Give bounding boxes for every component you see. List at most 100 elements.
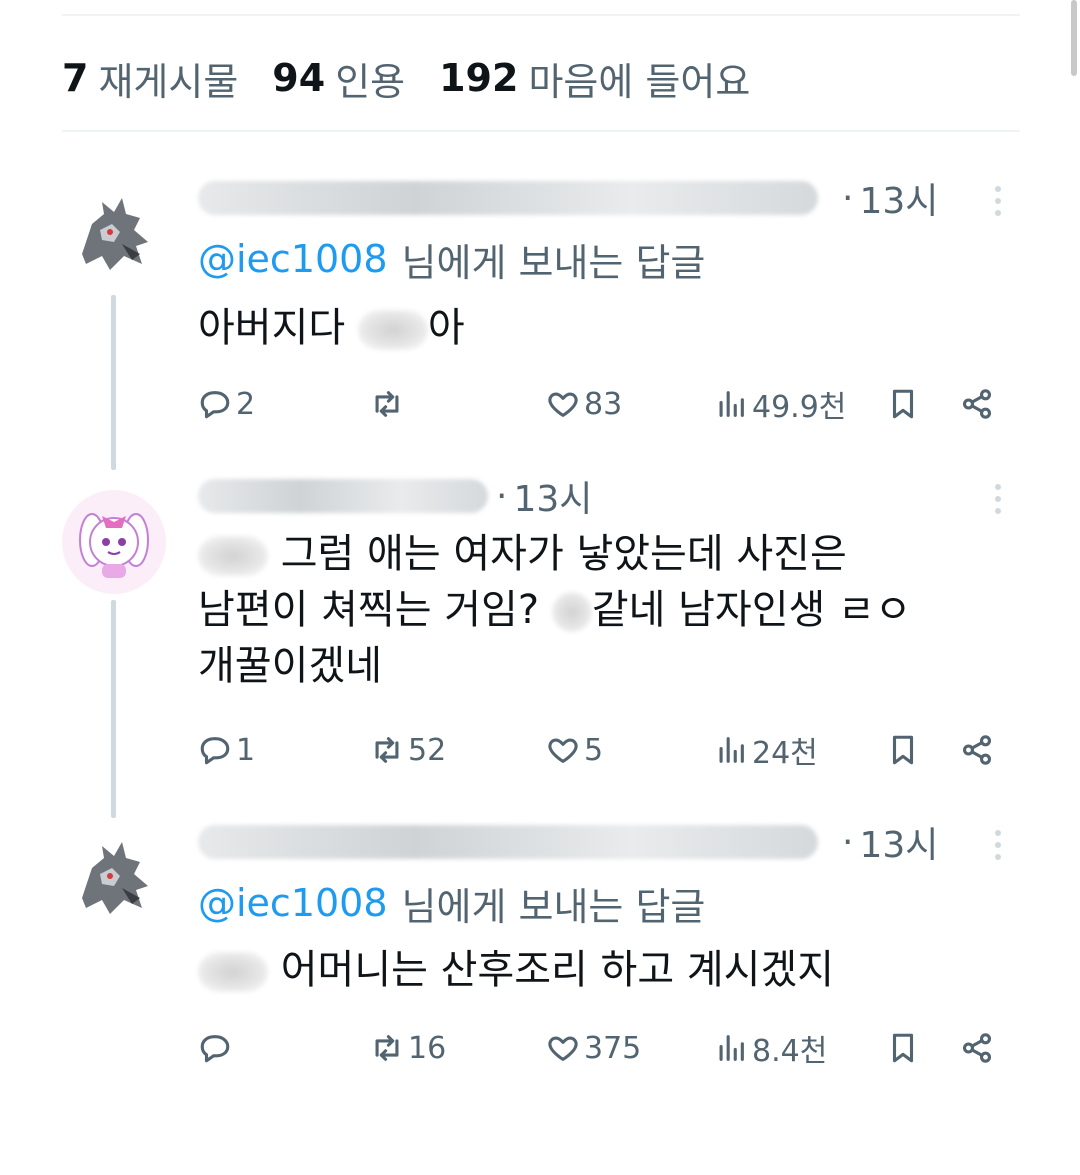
quotes-count[interactable]: 94 <box>272 56 325 100</box>
quotes-label[interactable]: 인용 <box>335 51 405 106</box>
tweet-text: 그럼 애는 여자가 낳았는데 사진은 남편이 쳐찍는 거임? 같네 남자인생 ㄹ… <box>198 526 998 694</box>
reply-button[interactable]: 2 <box>198 384 255 424</box>
reply-to-handle[interactable]: @iec1008 <box>198 237 388 281</box>
timestamp[interactable]: 13시 <box>859 172 938 224</box>
heart-icon <box>548 1036 578 1061</box>
time-separator: · <box>842 821 854 863</box>
repost-button[interactable]: 52 <box>370 730 446 770</box>
more-options-icon[interactable] <box>986 830 1010 860</box>
reply-count: 1 <box>236 732 256 768</box>
reply-to-line: @iec1008 님에게 보내는 답글 <box>198 880 705 929</box>
views-icon <box>719 391 744 417</box>
bookmark-icon <box>892 735 914 765</box>
text-part: 같네 남자인생 ㄹㅇ <box>591 587 912 633</box>
censored-word <box>357 310 428 350</box>
action-bar: 1 52 5 24천 <box>198 730 1018 771</box>
bookmark-button[interactable] <box>886 1028 920 1068</box>
reply-to-handle[interactable]: @iec1008 <box>198 881 388 925</box>
like-count: 83 <box>584 386 623 422</box>
share-icon <box>962 735 992 765</box>
reposts-label[interactable]: 재게시물 <box>98 51 238 106</box>
heart-icon <box>548 738 578 763</box>
reply-tweet-1[interactable]: · 13시 @iec1008 님에게 보내는 답글 아버지다 아 2 83 49… <box>0 160 1080 470</box>
reply-icon <box>200 1035 230 1063</box>
more-options-icon[interactable] <box>986 484 1010 514</box>
share-icon <box>962 389 992 419</box>
reply-tweet-2[interactable]: · 13시 그럼 애는 여자가 낳았는데 사진은 남편이 쳐찍는 거임? 같네 … <box>0 462 1080 818</box>
reply-tweet-3[interactable]: · 13시 @iec1008 님에게 보내는 답글 어머니는 산후조리 하고 계… <box>0 800 1080 1100</box>
share-icon <box>962 1033 992 1063</box>
text-part: 어머니는 산후조리 하고 계시겠지 <box>268 947 835 993</box>
views-icon <box>719 737 744 763</box>
reply-button[interactable] <box>198 1028 236 1068</box>
share-button[interactable] <box>960 384 994 424</box>
bookmark-icon <box>892 389 914 419</box>
tweet-header: · 13시 <box>198 472 592 520</box>
like-count: 5 <box>584 732 604 768</box>
views-count: 24천 <box>752 736 818 771</box>
text-part: 그럼 애는 여자가 낳았는데 사진은 <box>268 531 847 577</box>
scrollbar[interactable] <box>1071 0 1077 76</box>
blurred-username[interactable] <box>198 479 488 513</box>
repost-count: 16 <box>408 1030 447 1066</box>
time-separator: · <box>842 177 854 219</box>
thread-line <box>111 600 116 818</box>
likes-label[interactable]: 마음에 들어요 <box>528 51 750 106</box>
pink-bunny-avatar-icon[interactable] <box>62 490 166 594</box>
bookmark-icon <box>892 1033 914 1063</box>
share-button[interactable] <box>960 730 994 770</box>
thread-line <box>111 295 116 470</box>
like-button[interactable]: 83 <box>546 384 622 424</box>
repost-icon <box>375 1035 399 1061</box>
bookmark-button[interactable] <box>886 384 920 424</box>
reply-button[interactable]: 1 <box>198 730 255 770</box>
tweet-text: 아버지다 아 <box>198 300 998 356</box>
share-button[interactable] <box>960 1028 994 1068</box>
like-button[interactable]: 375 <box>546 1028 641 1068</box>
blurred-username[interactable] <box>198 181 818 215</box>
reposts-count[interactable]: 7 <box>62 56 88 100</box>
tweet-header: · 13시 <box>198 818 938 866</box>
text-part: 아 <box>427 305 465 351</box>
text-part: 남편이 쳐찍는 거임? <box>198 587 552 633</box>
reply-count: 2 <box>236 386 256 422</box>
dragon-avatar-icon[interactable] <box>62 184 166 288</box>
repost-button[interactable] <box>370 384 408 424</box>
action-bar: 16 375 8.4천 <box>198 1028 1018 1069</box>
timestamp[interactable]: 13시 <box>859 816 938 868</box>
dragon-avatar-icon[interactable] <box>62 828 166 932</box>
censored-word <box>198 952 268 992</box>
text-part: 아버지다 <box>198 305 358 351</box>
like-count: 375 <box>584 1030 642 1066</box>
views-button[interactable]: 24천 <box>714 730 818 771</box>
engagement-stats: 7 재게시물 94 인용 192 마음에 들어요 <box>62 52 784 104</box>
reply-to-label: 님에게 보내는 답글 <box>401 884 706 929</box>
stats-divider <box>62 130 1020 132</box>
reply-icon <box>200 391 230 419</box>
top-divider <box>62 14 1020 16</box>
timestamp[interactable]: 13시 <box>513 470 592 522</box>
views-button[interactable]: 49.9천 <box>714 384 846 425</box>
more-options-icon[interactable] <box>986 186 1010 216</box>
censored-word <box>198 536 268 576</box>
like-button[interactable]: 5 <box>546 730 603 770</box>
censored-word <box>551 592 592 632</box>
blurred-username[interactable] <box>198 825 818 859</box>
time-separator: · <box>496 475 508 517</box>
likes-count[interactable]: 192 <box>439 56 518 100</box>
tweet-text: 어머니는 산후조리 하고 계시겠지 <box>198 942 998 998</box>
views-icon <box>719 1035 744 1061</box>
reply-to-line: @iec1008 님에게 보내는 답글 <box>198 236 705 285</box>
views-count: 8.4천 <box>752 1034 828 1069</box>
bookmark-button[interactable] <box>886 730 920 770</box>
reply-icon <box>200 737 230 765</box>
repost-button[interactable]: 16 <box>370 1028 446 1068</box>
repost-icon <box>375 391 399 417</box>
action-bar: 2 83 49.9천 <box>198 384 1018 425</box>
tweet-header: · 13시 <box>198 174 938 222</box>
repost-count: 52 <box>408 732 447 768</box>
repost-icon <box>375 737 399 763</box>
heart-icon <box>548 392 578 417</box>
views-button[interactable]: 8.4천 <box>714 1028 828 1069</box>
text-part: 개꿀이겠네 <box>198 643 382 689</box>
